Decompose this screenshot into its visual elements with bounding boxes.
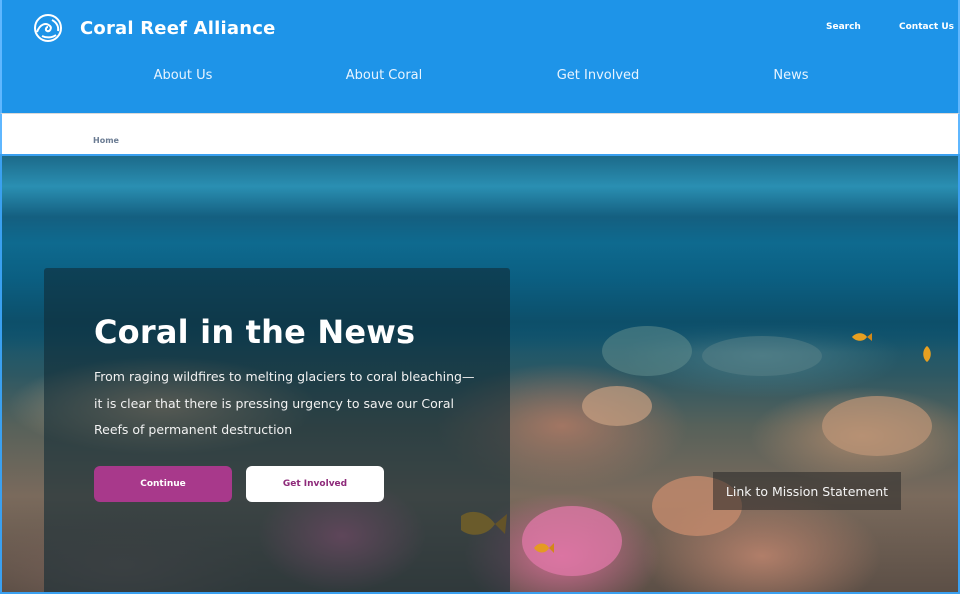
fish-icon [852,333,872,341]
fish-icon [534,543,554,553]
nav-item-about-us[interactable]: About Us [154,68,213,83]
breadcrumb: Home [0,113,960,154]
coral-texture [582,386,652,426]
nav-item-about-coral[interactable]: About Coral [346,68,423,83]
nav-item-news[interactable]: News [773,68,808,83]
contact-us-link[interactable]: Contact Us [899,22,954,32]
hero-title: Coral in the News [94,313,416,351]
fish-icon [923,346,931,362]
continue-button[interactable]: Continue [94,466,232,502]
mission-statement-link[interactable]: Link to Mission Statement [713,472,901,510]
brand[interactable]: Coral Reef Alliance [32,14,276,42]
search-link[interactable]: Search [826,22,861,32]
hero-description: From raging wildfires to melting glacier… [94,369,475,437]
hero-section: Coral in the News From raging wildfires … [0,154,960,594]
nav-item-get-involved[interactable]: Get Involved [557,68,640,83]
coral-texture [602,326,692,376]
brand-name: Coral Reef Alliance [80,17,276,39]
hero-info-panel: Coral in the News From raging wildfires … [44,268,510,592]
breadcrumb-home[interactable]: Home [93,136,119,145]
site-header: Coral Reef Alliance Search Contact Us Ab… [0,0,960,113]
get-involved-button[interactable]: Get Involved [246,466,384,502]
coral-texture [822,396,932,456]
wave-logo-icon [34,14,62,42]
coral-texture [702,336,822,376]
